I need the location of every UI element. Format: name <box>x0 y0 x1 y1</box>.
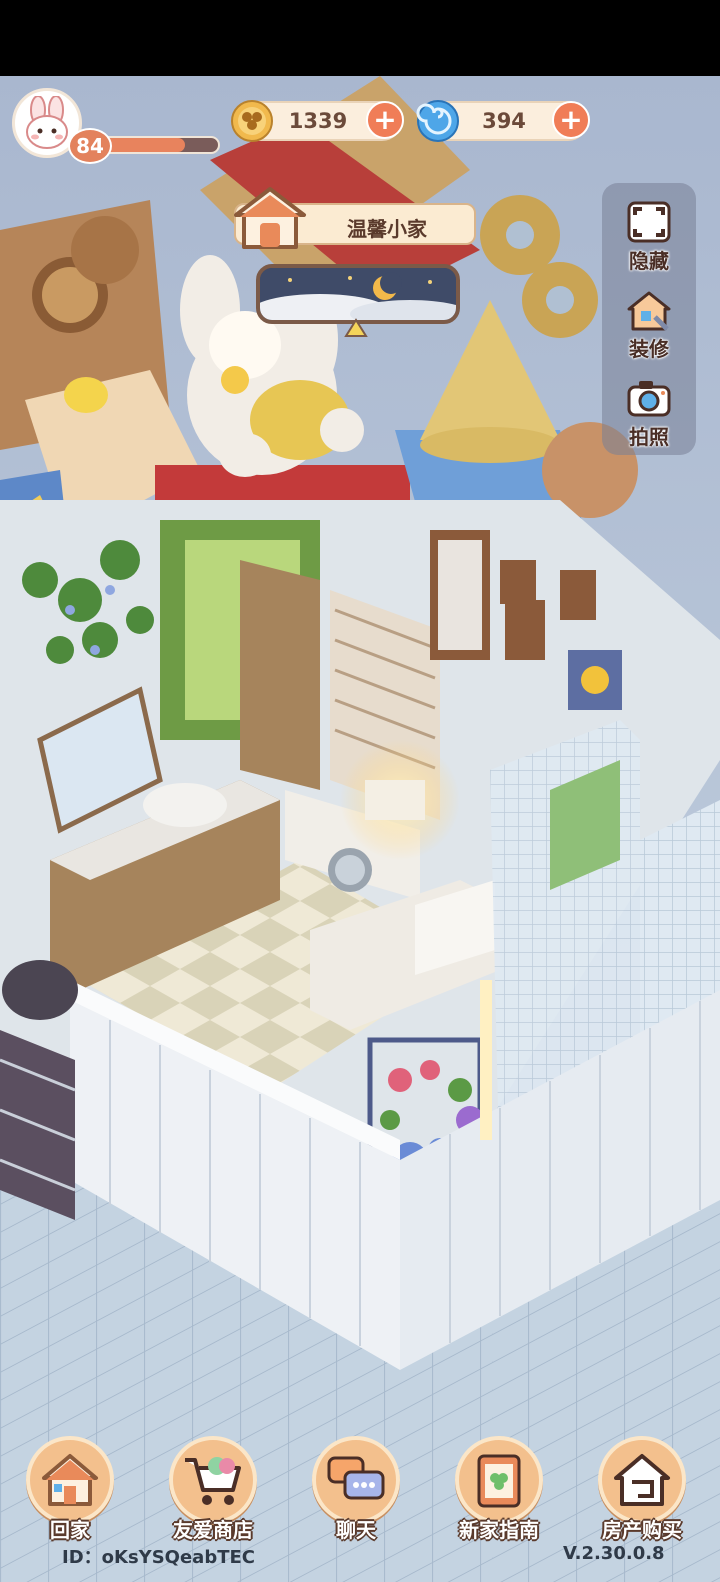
nav-home-label: 回家 <box>50 1518 90 1542</box>
level-badge: 84 <box>68 128 112 164</box>
photo-label: 拍照 <box>629 425 669 449</box>
level-progress-bar <box>98 136 220 154</box>
house-wrench-icon <box>627 291 671 331</box>
side-menu: 隐藏 装修 拍照 <box>602 183 696 455</box>
hide-ui-label: 隐藏 <box>629 249 669 273</box>
clover-coin-icon <box>230 99 274 143</box>
nav-shop-label: 友爱商店 <box>173 1518 253 1542</box>
version-text: V.2.30.0.8 <box>563 1543 665 1564</box>
nav-shop-button[interactable]: 友爱商店 <box>163 1432 263 1542</box>
house-purchase-icon <box>614 1454 670 1506</box>
home-icon <box>42 1454 98 1506</box>
camera-icon <box>627 381 671 417</box>
add-coins-button[interactable]: + <box>366 101 404 139</box>
add-gems-button[interactable]: + <box>552 101 590 139</box>
status-bar <box>0 0 720 76</box>
home-name-banner[interactable]: 温馨小家 <box>234 187 476 249</box>
nav-guide-button[interactable]: 新家指南 <box>449 1432 549 1542</box>
nav-chat-label: 聊天 <box>336 1518 376 1542</box>
level-progress-fill <box>100 138 185 152</box>
photo-button[interactable]: 拍照 <box>602 367 696 453</box>
weather-pointer-icon <box>344 318 368 337</box>
night-moon-clouds-icon <box>260 268 456 320</box>
weather-indicator[interactable] <box>256 264 460 324</box>
gem-value: 394 <box>482 109 526 133</box>
nav-home-button[interactable]: 回家 <box>20 1432 120 1542</box>
shopping-cart-icon <box>185 1457 241 1505</box>
hide-ui-button[interactable]: 隐藏 <box>602 191 696 277</box>
home-name-label: 温馨小家 <box>347 217 427 241</box>
guide-book-icon <box>477 1454 521 1508</box>
gem-counter: 394 + <box>416 100 590 142</box>
swirl-gem-icon <box>416 99 460 143</box>
house-icon <box>234 187 306 249</box>
nav-buy-house-button[interactable]: 房产购买 <box>592 1432 692 1542</box>
decorate-button[interactable]: 装修 <box>602 279 696 365</box>
nav-guide-label: 新家指南 <box>459 1518 539 1542</box>
decorate-label: 装修 <box>629 337 669 361</box>
user-id-text: ID：oKsYSQeabTEC <box>62 1547 255 1568</box>
coin-counter: 1339 + <box>231 100 404 142</box>
nav-chat-button[interactable]: 聊天 <box>306 1432 406 1542</box>
bottom-nav: 回家 友爱商店 聊天 新家指南 房产购买 <box>0 1432 720 1542</box>
coin-value: 1339 <box>288 109 348 133</box>
nav-buy-house-label: 房产购买 <box>602 1518 682 1542</box>
fullscreen-frame-icon <box>627 201 671 243</box>
bunny-avatar-icon <box>26 96 68 149</box>
chat-bubbles-icon <box>327 1456 385 1500</box>
